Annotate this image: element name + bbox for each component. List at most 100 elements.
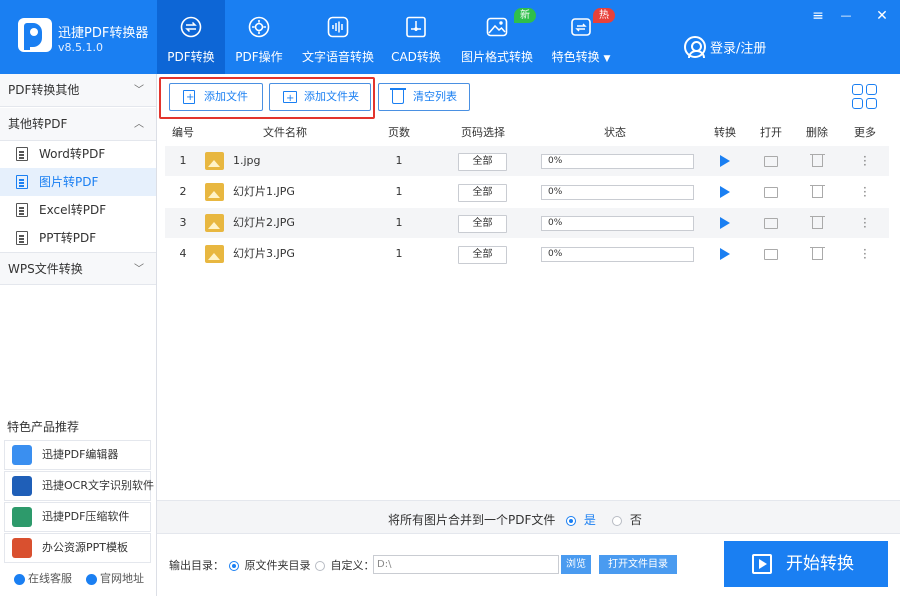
delete-icon[interactable] bbox=[810, 154, 825, 167]
sidebar-group-pdf-to-other[interactable]: PDF转换其他 ﹀ bbox=[0, 74, 156, 107]
folder-open-icon[interactable] bbox=[764, 156, 778, 167]
open-directory-button[interactable]: 打开文件目录 bbox=[599, 555, 677, 574]
pdf-editor-icon bbox=[12, 445, 32, 465]
nav-pdf-operations[interactable]: PDF操作 bbox=[225, 0, 293, 74]
featured-ocr[interactable]: 迅捷OCR文字识别软件 bbox=[4, 471, 154, 501]
merge-yes-option[interactable]: 是 bbox=[566, 511, 596, 528]
delete-icon[interactable] bbox=[810, 247, 825, 260]
menu-icon[interactable]: ≡ bbox=[808, 6, 828, 26]
nav-text-speech[interactable]: 文字语音转换 bbox=[297, 0, 379, 74]
sidebar: PDF转换其他 ﹀ 其他转PDF ︿ Word转PDF 图片转PDF Excel… bbox=[0, 74, 157, 596]
grid-view-icon[interactable] bbox=[852, 84, 878, 110]
add-file-icon: + bbox=[183, 90, 195, 104]
featured-pdf-compress[interactable]: 迅捷PDF压缩软件 bbox=[4, 502, 151, 532]
caret-down-icon: ▼ bbox=[603, 54, 611, 64]
start-convert-button[interactable]: 开始转换 bbox=[724, 541, 888, 587]
add-folder-button[interactable]: + 添加文件夹 bbox=[269, 83, 371, 111]
featured-pdf-editor[interactable]: 迅捷PDF编辑器 bbox=[4, 440, 151, 470]
chevron-down-icon: ﹀ bbox=[134, 264, 144, 275]
title-bar: 迅捷PDF转换器 v8.5.1.0 PDF转换 PDF操作 文字语音转换 CAD… bbox=[0, 0, 900, 74]
table-row[interactable]: 3 幻灯片2.JPG 1 全部 0% · · · bbox=[165, 208, 889, 238]
radio-selected bbox=[229, 561, 239, 571]
sidebar-item-word-to-pdf[interactable]: Word转PDF bbox=[0, 140, 156, 168]
page-range-select[interactable]: 全部 bbox=[458, 246, 507, 264]
row-filename: 1.jpg bbox=[233, 154, 261, 167]
nav-cad-convert[interactable]: CAD转换 bbox=[383, 0, 449, 74]
table-row[interactable]: 2 幻灯片1.JPG 1 全部 0% · · · bbox=[165, 177, 889, 207]
chevron-down-icon: ﹀ bbox=[134, 85, 144, 96]
more-options-icon[interactable]: · · · bbox=[863, 213, 867, 233]
add-file-button[interactable]: + 添加文件 bbox=[169, 83, 263, 111]
featured-ppt-templates[interactable]: 办公资源PPT模板 bbox=[4, 533, 151, 563]
folder-open-icon[interactable] bbox=[764, 218, 778, 229]
progress-bar: 0% bbox=[541, 247, 694, 262]
more-options-icon[interactable]: · · · bbox=[863, 244, 867, 264]
convert-play-icon[interactable] bbox=[720, 248, 730, 260]
row-pages: 1 bbox=[395, 216, 403, 229]
merge-no-option[interactable]: 否 bbox=[612, 511, 642, 528]
sidebar-item-ppt-to-pdf[interactable]: PPT转PDF bbox=[0, 224, 156, 252]
page-range-select[interactable]: 全部 bbox=[458, 153, 507, 171]
convert-play-icon[interactable] bbox=[720, 155, 730, 167]
table-header: 编号 文件名称 页数 页码选择 状态 转换 打开 删除 更多 bbox=[165, 124, 889, 144]
output-custom-option[interactable]: 自定义： bbox=[315, 557, 375, 573]
output-path-input[interactable]: D:\ bbox=[373, 555, 559, 574]
col-delete: 删除 bbox=[806, 126, 828, 139]
swap-arrows-icon bbox=[180, 16, 202, 38]
sidebar-item-image-to-pdf[interactable]: 图片转PDF bbox=[0, 168, 156, 196]
nav-pdf-convert[interactable]: PDF转换 bbox=[157, 0, 225, 74]
compress-icon bbox=[12, 507, 32, 527]
chevron-up-icon: ︿ bbox=[134, 119, 144, 130]
radio-unselected bbox=[315, 561, 325, 571]
image-thumbnail-icon bbox=[205, 183, 224, 201]
add-folder-icon: + bbox=[283, 91, 297, 104]
badge-hot: 热 bbox=[593, 8, 615, 23]
folder-open-icon[interactable] bbox=[764, 187, 778, 198]
delete-icon[interactable] bbox=[810, 185, 825, 198]
document-icon bbox=[16, 203, 28, 217]
more-options-icon[interactable]: · · · bbox=[863, 182, 867, 202]
row-pages: 1 bbox=[395, 154, 403, 167]
badge-new: 新 bbox=[514, 8, 536, 23]
image-thumbnail-icon bbox=[205, 152, 224, 170]
official-site-link[interactable]: 官网地址 bbox=[86, 570, 144, 586]
document-icon bbox=[16, 147, 28, 161]
col-filename: 文件名称 bbox=[263, 126, 307, 139]
col-open: 打开 bbox=[760, 126, 782, 139]
login-button[interactable]: 登录/注册 bbox=[684, 36, 766, 58]
app-logo-icon bbox=[18, 18, 52, 52]
minimize-button[interactable]: — bbox=[836, 6, 856, 26]
sidebar-item-excel-to-pdf[interactable]: Excel转PDF bbox=[0, 196, 156, 224]
trash-icon bbox=[390, 88, 406, 104]
online-support-link[interactable]: 在线客服 bbox=[14, 570, 72, 586]
nav-label: PDF转换 bbox=[167, 50, 215, 64]
headset-icon bbox=[14, 573, 25, 585]
clear-list-button[interactable]: 清空列表 bbox=[378, 83, 470, 111]
table-row[interactable]: 4 幻灯片3.JPG 1 全部 0% · · · bbox=[165, 239, 889, 269]
globe-icon bbox=[86, 573, 97, 585]
output-original-option[interactable]: 原文件夹目录 bbox=[229, 557, 311, 573]
browse-button[interactable]: 浏览 bbox=[561, 555, 591, 574]
sidebar-group-other-to-pdf[interactable]: 其他转PDF ︿ bbox=[0, 108, 156, 141]
col-pages: 页数 bbox=[388, 126, 410, 139]
more-options-icon[interactable]: · · · bbox=[863, 151, 867, 171]
radio-unselected bbox=[612, 515, 622, 526]
col-convert: 转换 bbox=[714, 126, 736, 139]
convert-play-icon[interactable] bbox=[720, 186, 730, 198]
page-range-select[interactable]: 全部 bbox=[458, 215, 507, 233]
sidebar-group-wps[interactable]: WPS文件转换 ﹀ bbox=[0, 252, 156, 285]
close-button[interactable]: ✕ bbox=[872, 6, 892, 26]
nav-label: PDF操作 bbox=[235, 50, 283, 64]
table-row[interactable]: 1 1.jpg 1 全部 0% · · · bbox=[165, 146, 889, 176]
page-range-select[interactable]: 全部 bbox=[458, 184, 507, 202]
featured-title: 特色产品推荐 bbox=[7, 420, 80, 434]
delete-icon[interactable] bbox=[810, 216, 825, 229]
folder-open-icon[interactable] bbox=[764, 249, 778, 260]
document-icon bbox=[16, 231, 28, 245]
row-filename: 幻灯片3.JPG bbox=[233, 247, 295, 260]
sound-wave-icon bbox=[327, 16, 349, 38]
nav-label: CAD转换 bbox=[391, 50, 441, 64]
merge-label: 将所有图片合并到一个PDF文件 bbox=[388, 513, 556, 527]
convert-play-icon[interactable] bbox=[720, 217, 730, 229]
app-version: v8.5.1.0 bbox=[58, 41, 103, 54]
